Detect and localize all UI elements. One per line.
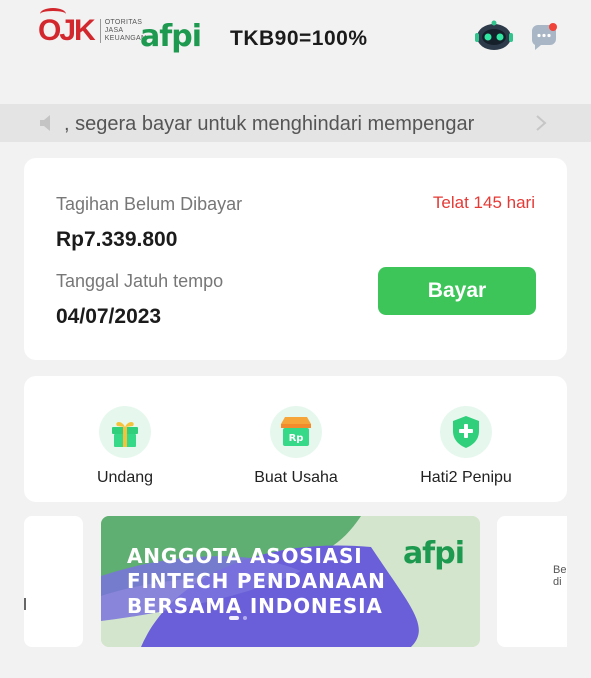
notice-text: , segera bayar untuk menghindari mempeng… — [64, 113, 475, 135]
speaker-icon — [40, 115, 50, 131]
notice-bar[interactable]: , segera bayar untuk menghindari mempeng… — [0, 104, 591, 142]
robot-assistant-icon[interactable] — [474, 20, 514, 52]
shop-rp-icon: Rp — [281, 417, 311, 446]
banner-slide-prev[interactable] — [24, 516, 83, 647]
bill-card: Tagihan Belum Dibayar Telat 145 hari Rp7… — [24, 158, 567, 360]
carousel-dot — [243, 616, 247, 620]
action-invite[interactable]: Undang — [45, 406, 205, 487]
action-invite-label: Undang — [96, 469, 154, 486]
header: OJK OTORITAS JASA KEUANGAN afpi TKB90=10… — [0, 0, 591, 100]
bill-amount: Rp7.339.800 — [56, 228, 178, 251]
action-create-business[interactable]: Rp Buat Usaha — [216, 406, 376, 487]
quick-actions-card: Undang Rp Buat Usaha Hati2 Penipu — [24, 376, 567, 502]
afpi-logo: afpi — [140, 19, 202, 54]
banner-slide-afpi[interactable]: ANGGOTA ASOSIASI FINTECH PENDANAAN BERSA… — [101, 516, 480, 647]
carousel-indicator — [229, 616, 247, 620]
carousel-dot-active — [229, 616, 239, 620]
svg-text:Rp: Rp — [289, 433, 304, 444]
ojk-logo: OJK OTORITAS JASA KEUANGAN — [38, 8, 146, 46]
unpaid-bill-label: Tagihan Belum Dibayar — [56, 194, 243, 214]
action-create-business-label: Buat Usaha — [254, 469, 338, 486]
banner-slide-next[interactable]: Be di — [497, 516, 567, 647]
banner-headline: ANGGOTA ASOSIASI FINTECH PENDANAAN BERSA… — [127, 544, 386, 618]
action-fraud-warning[interactable]: Hati2 Penipu — [386, 406, 546, 487]
tkb-rate: TKB90=100% — [230, 27, 368, 50]
pay-button[interactable]: Bayar — [378, 267, 536, 315]
banner-next-text: Be di — [553, 564, 567, 588]
banner-carousel[interactable]: ANGGOTA ASOSIASI FINTECH PENDANAAN BERSA… — [0, 516, 591, 647]
gift-icon — [112, 422, 138, 447]
ojk-logo-mark: OJK — [38, 8, 96, 46]
chevron-right-icon[interactable] — [534, 115, 548, 131]
due-date-label: Tanggal Jatuh tempo — [56, 271, 224, 291]
overdue-status: Telat 145 hari — [432, 193, 535, 212]
action-fraud-warning-label: Hati2 Penipu — [420, 469, 512, 486]
shield-plus-icon — [453, 416, 479, 448]
banner-afpi-logo: afpi — [402, 536, 465, 571]
message-notification-icon[interactable] — [529, 22, 559, 52]
due-date-value: 04/07/2023 — [56, 305, 162, 328]
